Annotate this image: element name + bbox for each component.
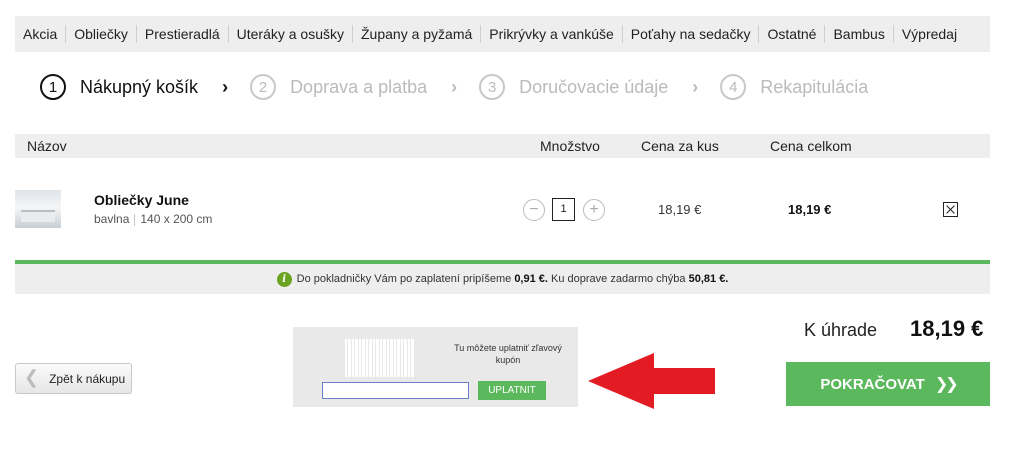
nav-item-uteraky[interactable]: Uteráky a osušky — [229, 25, 353, 43]
step-cart: 1 Nákupný košík — [40, 74, 198, 100]
double-chevron-right-icon: ❯❯ — [934, 376, 959, 393]
step-number: 3 — [479, 74, 506, 100]
column-total-price: Cena celkom — [770, 138, 852, 154]
quantity-input[interactable]: 1 — [552, 198, 575, 221]
nav-item-vypredaj[interactable]: Výpredaj — [894, 25, 965, 43]
step-shipping: 2 Doprava a platba — [250, 74, 427, 100]
step-label: Nákupný košík — [80, 76, 199, 97]
nav-item-oblieck[interactable]: Obliečky — [66, 25, 137, 43]
total-label: K úhrade — [804, 320, 878, 340]
apply-coupon-button[interactable]: UPLATNIT — [478, 381, 546, 400]
nav-item-ostatne[interactable]: Ostatné — [759, 25, 826, 43]
nav-item-akcia[interactable]: Akcia — [15, 25, 67, 43]
checkout-steps: 1 Nákupný košík › 2 Doprava a platba › 3… — [40, 72, 868, 102]
step-number: 2 — [250, 74, 277, 100]
nav-item-zupany[interactable]: Župany a pyžamá — [353, 25, 482, 43]
unit-price: 18,19 € — [658, 202, 702, 217]
chevron-right-icon: › — [692, 76, 699, 97]
column-unit-price: Cena za kus — [641, 138, 719, 154]
info-text-2: Ku doprave zadarmo chýba — [551, 273, 686, 285]
nav-item-prikryvky[interactable]: Prikrývky a vankúše — [481, 25, 623, 43]
info-amount-1: 0,91 €. — [514, 273, 548, 285]
total-value: 18,19 € — [910, 316, 984, 341]
coupon-input[interactable] — [322, 382, 469, 399]
step-summary: 4 Rekapitulácia — [720, 74, 868, 100]
product-name[interactable]: Obliečky June — [94, 192, 189, 208]
column-quantity: Množstvo — [540, 138, 600, 154]
quantity-decrease-button[interactable]: − — [523, 199, 545, 221]
divider — [134, 214, 136, 226]
info-text-1: Do pokladničky Vám po zaplatení pripíšem… — [296, 273, 512, 285]
remove-item-icon[interactable] — [943, 202, 958, 217]
nav-item-potahy[interactable]: Poťahy na sedačky — [623, 25, 760, 43]
back-to-shop-button[interactable]: ❮ Zpět k nákupu — [15, 363, 132, 394]
step-label: Rekapitulácia — [760, 76, 869, 97]
chevron-right-icon: › — [451, 76, 458, 97]
step-number: 4 — [720, 74, 747, 100]
coupon-hint: Tu môžete uplatniť zľavový kupón — [454, 343, 562, 365]
cart-table-header: Názov Množstvo Cena za kus Cena celkom — [15, 134, 990, 158]
nav-item-bambus[interactable]: Bambus — [825, 25, 894, 43]
continue-button-label: POKRAČOVAT — [820, 375, 925, 393]
product-attributes: bavlna 140 x 200 cm — [94, 212, 212, 226]
quantity-increase-button[interactable]: + — [583, 199, 605, 221]
step-label: Doručovacie údaje — [519, 76, 669, 97]
loyalty-info-bar: i Do pokladničky Vám po zaplatení pripíš… — [15, 260, 990, 294]
continue-button[interactable]: POKRAČOVAT ❯❯ — [786, 362, 990, 406]
info-icon: i — [276, 271, 292, 287]
chevron-left-icon: ❮ — [24, 367, 40, 387]
product-thumbnail[interactable] — [15, 190, 61, 228]
red-arrow-icon — [588, 353, 715, 409]
step-number: 1 — [40, 74, 66, 100]
top-navigation: Akcia Obliečky Prestieradlá Uteráky a os… — [15, 16, 990, 52]
chevron-right-icon: › — [222, 76, 229, 97]
nav-item-prestieradla[interactable]: Prestieradlá — [137, 25, 229, 43]
barcode-icon — [345, 339, 415, 377]
line-total-price: 18,19 € — [788, 202, 832, 217]
coupon-box: Tu môžete uplatniť zľavový kupón UPLATNI… — [293, 327, 578, 407]
step-label: Doprava a platba — [290, 76, 428, 97]
product-material: bavlna — [94, 212, 130, 226]
info-amount-2: 50,81 €. — [688, 273, 729, 285]
column-name: Názov — [27, 138, 67, 154]
step-delivery-details: 3 Doručovacie údaje — [479, 74, 668, 100]
back-button-label: Zpět k nákupu — [49, 371, 126, 386]
product-size: 140 x 200 cm — [140, 212, 213, 226]
